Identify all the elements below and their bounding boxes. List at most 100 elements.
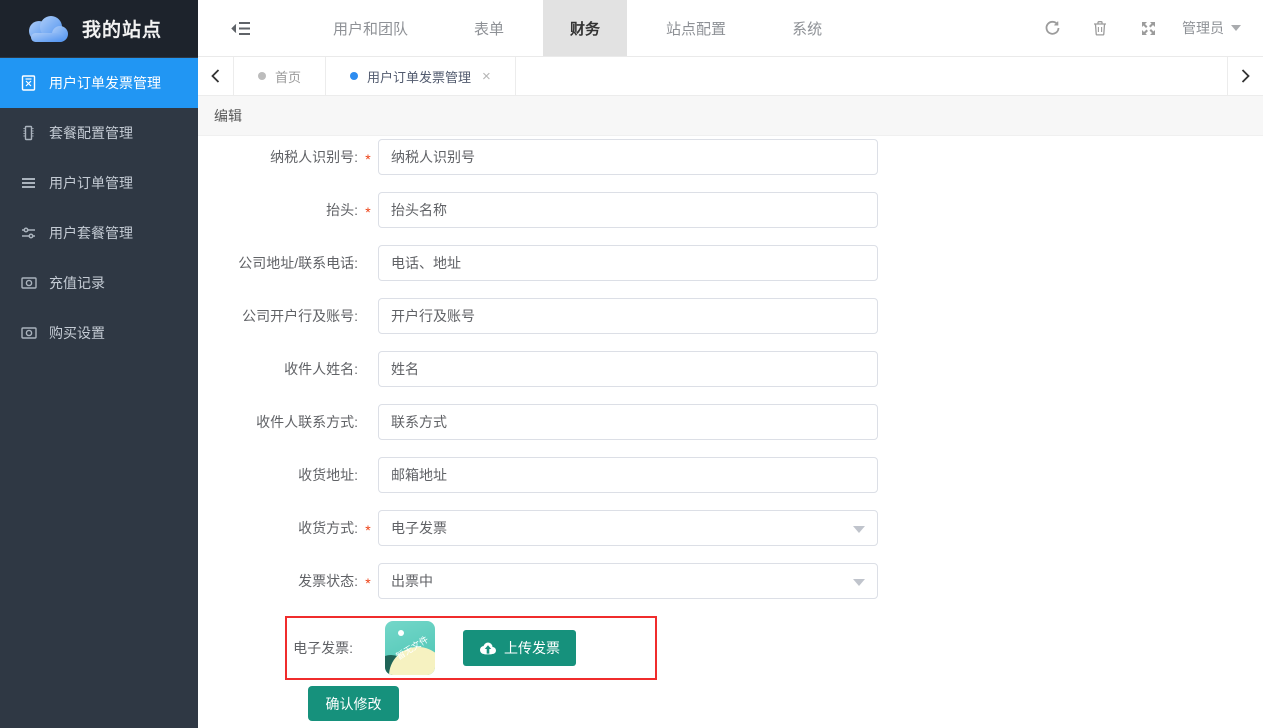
sidebar-item-package-config[interactable]: 套餐配置管理: [0, 108, 198, 158]
required-marker-empty: [358, 421, 378, 424]
sidebar: 我的站点 用户订单发票管理: [0, 0, 198, 728]
section-title-bar: 编辑: [198, 96, 1263, 136]
field-label: 抬头:: [198, 200, 358, 220]
electronic-invoice-highlight-box: 电子发票: 暂无文件: [285, 616, 657, 680]
admin-label: 管理员: [1182, 18, 1224, 38]
form-row-taxpayer-id: 纳税人识别号: *: [198, 139, 1263, 175]
user-package-icon: [20, 225, 37, 242]
brand-title: 我的站点: [82, 15, 162, 42]
recharge-record-icon: [20, 275, 37, 292]
tab-site-config[interactable]: 站点配置: [639, 0, 753, 56]
select-value: 电子发票: [391, 518, 447, 538]
delivery-method-select[interactable]: 电子发票: [378, 510, 878, 546]
admin-menu[interactable]: 管理员: [1172, 0, 1263, 56]
bank-account-input[interactable]: [378, 298, 878, 334]
required-marker: *: [358, 149, 378, 166]
sidebar-item-label: 用户订单发票管理: [49, 73, 161, 93]
chevron-down-icon: [1231, 25, 1241, 31]
field-label: 收件人联系方式:: [198, 412, 358, 432]
required-marker-empty: [358, 262, 378, 265]
required-marker: *: [358, 202, 378, 219]
sidebar-item-label: 充值记录: [49, 273, 105, 293]
electronic-invoice-label: 电子发票:: [287, 638, 353, 658]
tab-label: 首页: [275, 67, 301, 86]
form-row-invoice-status: 发票状态: * 出票中: [198, 563, 1263, 599]
cloud-logo-icon: [24, 14, 70, 44]
form-row-title: 抬头: *: [198, 192, 1263, 228]
field-label: 公司地址/联系电话:: [198, 253, 358, 273]
field-label: 收货方式:: [198, 518, 358, 538]
tab-users-teams[interactable]: 用户和团队: [306, 0, 435, 56]
app-window: 我的站点 用户订单发票管理: [0, 0, 1263, 728]
tab-dot: [258, 72, 266, 80]
select-value: 出票中: [391, 571, 433, 591]
thumb-sun-dot: [398, 630, 404, 636]
required-marker-empty: [358, 315, 378, 318]
form-row-delivery-method: 收货方式: * 电子发票: [198, 510, 1263, 546]
sidebar-item-label: 购买设置: [49, 323, 105, 343]
topnav-spacer: [849, 0, 1028, 56]
field-label: 发票状态:: [198, 571, 358, 591]
page-tab-bar: 首页 用户订单发票管理 ×: [198, 57, 1263, 96]
tab-finance[interactable]: 财务: [543, 0, 627, 56]
form-row-recipient-contact: 收件人联系方式:: [198, 404, 1263, 440]
sidebar-item-recharge-records[interactable]: 充值记录: [0, 258, 198, 308]
sidebar-item-user-orders[interactable]: 用户订单管理: [0, 158, 198, 208]
field-label: 收件人姓名:: [198, 359, 358, 379]
form-row-bank-account: 公司开户行及账号:: [198, 298, 1263, 334]
delivery-address-input[interactable]: [378, 457, 878, 493]
refresh-icon[interactable]: [1028, 0, 1076, 56]
confirm-changes-button[interactable]: 确认修改: [308, 686, 399, 721]
upload-invoice-button[interactable]: 上传发票: [463, 630, 576, 666]
tab-label: 用户订单发票管理: [367, 67, 471, 86]
sidebar-item-label: 用户套餐管理: [49, 223, 133, 243]
tab-scroll-right-icon[interactable]: [1227, 57, 1263, 95]
tab-forms[interactable]: 表单: [447, 0, 531, 56]
form-row-delivery-address: 收货地址:: [198, 457, 1263, 493]
required-marker: *: [358, 573, 378, 590]
sidebar-item-user-packages[interactable]: 用户套餐管理: [0, 208, 198, 258]
collapse-menu-icon[interactable]: [198, 0, 284, 56]
invoice-edit-form: 纳税人识别号: * 抬头: * 公司地址/联系电话: 公司开户行及账号: 收: [198, 136, 1263, 728]
upload-invoice-label: 上传发票: [504, 638, 560, 658]
recipient-contact-input[interactable]: [378, 404, 878, 440]
brand-header: 我的站点: [0, 0, 198, 57]
tab-home[interactable]: 首页: [234, 57, 326, 95]
main-area: 用户和团队 表单 财务 站点配置 系统: [198, 0, 1263, 728]
recipient-name-input[interactable]: [378, 351, 878, 387]
invoice-status-select[interactable]: 出票中: [378, 563, 878, 599]
chevron-down-icon: [853, 526, 865, 533]
chevron-down-icon: [853, 579, 865, 586]
required-marker: *: [358, 520, 378, 537]
section-title: 编辑: [214, 106, 242, 126]
sidebar-item-label: 用户订单管理: [49, 173, 133, 193]
invoice-file-icon: [20, 75, 37, 92]
sidebar-menu: 用户订单发票管理 套餐配置管理 用户订单管理: [0, 57, 198, 358]
field-label: 收货地址:: [198, 465, 358, 485]
sidebar-item-label: 套餐配置管理: [49, 123, 133, 143]
invoice-title-input[interactable]: [378, 192, 878, 228]
package-config-icon: [20, 125, 37, 142]
required-marker-empty: [358, 368, 378, 371]
order-list-icon: [20, 175, 37, 192]
close-icon[interactable]: ×: [482, 68, 491, 85]
company-address-phone-input[interactable]: [378, 245, 878, 281]
purchase-settings-icon: [20, 325, 37, 342]
trash-icon[interactable]: [1076, 0, 1124, 56]
tab-user-order-invoice[interactable]: 用户订单发票管理 ×: [326, 57, 516, 95]
field-label: 纳税人识别号:: [198, 147, 358, 167]
sidebar-item-purchase-settings[interactable]: 购买设置: [0, 308, 198, 358]
tab-system[interactable]: 系统: [765, 0, 849, 56]
taxpayer-id-input[interactable]: [378, 139, 878, 175]
fullscreen-icon[interactable]: [1124, 0, 1172, 56]
top-nav: 用户和团队 表单 财务 站点配置 系统: [198, 0, 1263, 57]
required-marker-empty: [358, 474, 378, 477]
sidebar-item-user-order-invoice[interactable]: 用户订单发票管理: [0, 58, 198, 108]
field-label: 公司开户行及账号:: [198, 306, 358, 326]
cloud-upload-icon: [479, 641, 497, 655]
form-row-company-address-phone: 公司地址/联系电话:: [198, 245, 1263, 281]
tab-dot: [350, 72, 358, 80]
invoice-file-placeholder-image[interactable]: 暂无文件: [385, 621, 435, 675]
tab-scroll-left-icon[interactable]: [198, 57, 234, 95]
form-row-recipient-name: 收件人姓名:: [198, 351, 1263, 387]
